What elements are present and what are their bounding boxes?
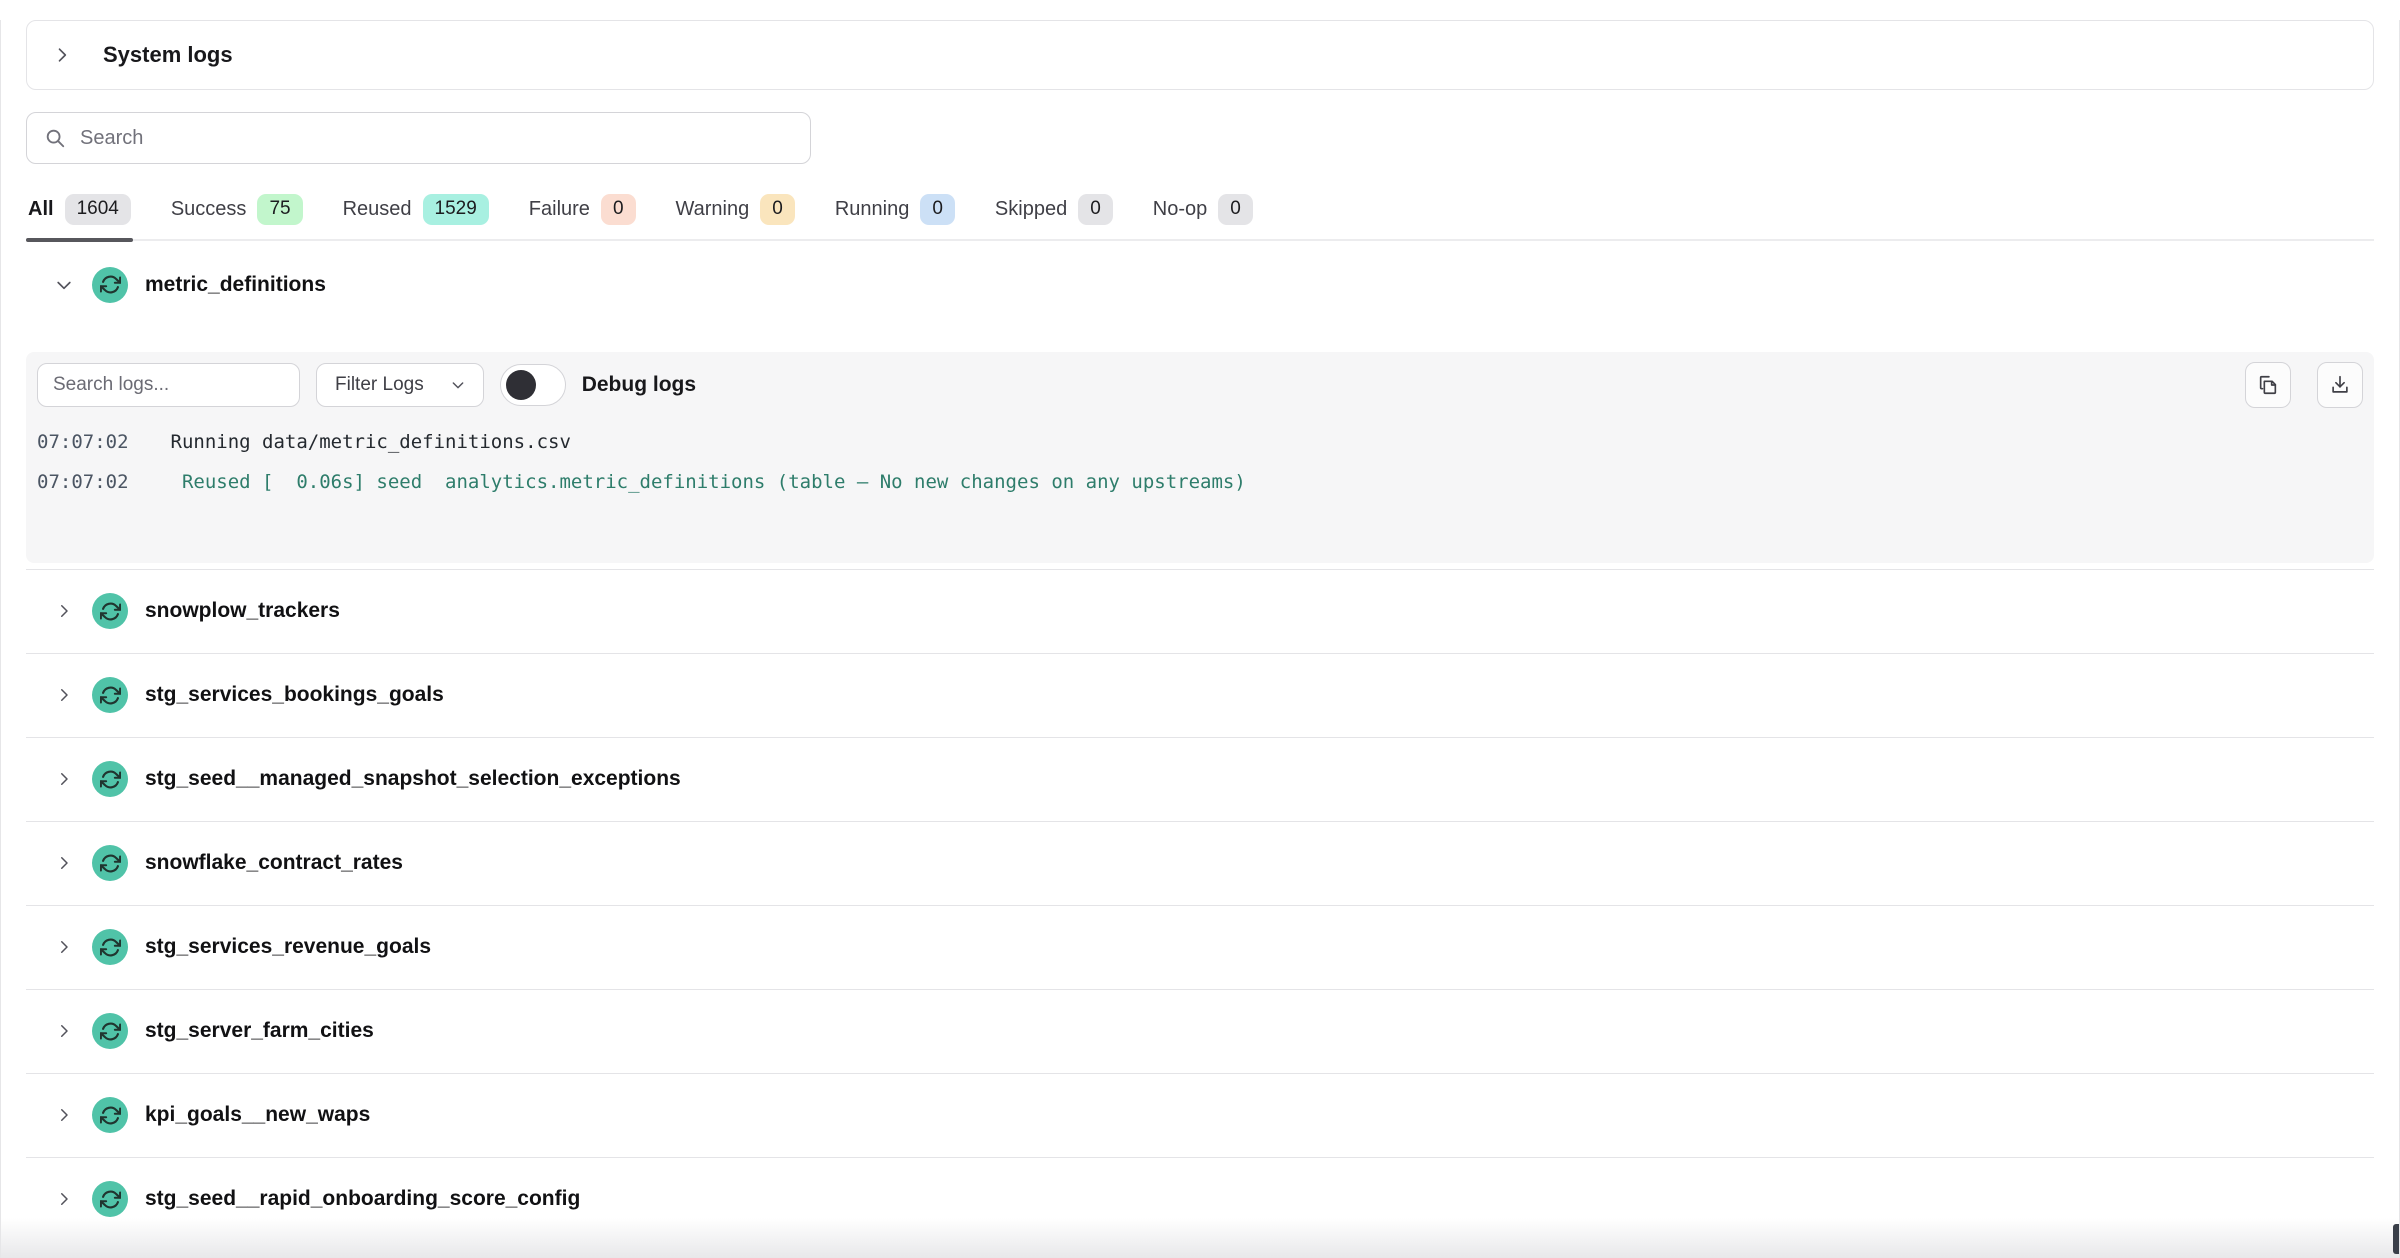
download-logs-button[interactable] [2317,362,2363,408]
reused-status-icon [92,845,128,881]
search-input[interactable] [80,127,793,150]
tab-all[interactable]: All 1604 [26,194,133,239]
item-label: stg_seed__managed_snapshot_selection_exc… [145,767,681,791]
reused-status-icon [92,1181,128,1217]
copy-logs-button[interactable] [2245,362,2291,408]
list-item-snowflake-contract-rates[interactable]: snowflake_contract_rates [26,821,2374,905]
reused-status-icon [92,593,128,629]
reused-status-icon [92,929,128,965]
count-badge: 75 [257,194,302,225]
list-item-stg-seed-rapid-onboarding-score-config[interactable]: stg_seed__rapid_onboarding_score_config [26,1157,2374,1241]
item-label: kpi_goals__new_waps [145,1103,370,1127]
chevron-right-icon[interactable] [53,602,75,620]
log-output: 07:07:02 Running data/metric_definitions… [37,422,2363,502]
list-item-stg-server-farm-cities[interactable]: stg_server_farm_cities [26,989,2374,1073]
chevron-right-icon[interactable] [53,938,75,956]
list-item-stg-services-revenue-goals[interactable]: stg_services_revenue_goals [26,905,2374,989]
chevron-right-icon[interactable] [53,1190,75,1208]
log-timestamp: 07:07:02 [37,462,129,502]
debug-logs-label: Debug logs [582,373,696,397]
debug-logs-toggle[interactable] [500,364,566,406]
chevron-right-icon[interactable] [53,854,75,872]
scrollbar-thumb[interactable] [2393,1224,2399,1254]
count-badge: 0 [1218,194,1253,225]
list-item-metric-definitions-expanded[interactable]: metric_definitions [26,253,2374,317]
tab-warning[interactable]: Warning 0 [674,194,797,239]
reused-status-icon [92,761,128,797]
toggle-knob [506,370,536,400]
count-badge: 0 [920,194,955,225]
search-icon [44,127,66,149]
log-line: 07:07:02 Reused [ 0.06s] seed analytics.… [37,462,2363,502]
tab-failure[interactable]: Failure 0 [527,194,638,239]
main-content: System logs All 1604 Success 75 Reused 1… [1,20,2399,1241]
tab-skipped[interactable]: Skipped 0 [993,194,1115,239]
count-badge: 0 [760,194,795,225]
chevron-right-icon[interactable] [53,770,75,788]
status-tabs: All 1604 Success 75 Reused 1529 Failure … [26,194,2374,241]
tab-success[interactable]: Success 75 [169,194,305,239]
tab-running[interactable]: Running 0 [833,194,957,239]
reused-status-icon [92,677,128,713]
item-label: snowflake_contract_rates [145,851,403,875]
chevron-down-icon[interactable] [53,275,75,295]
reused-status-icon [92,1013,128,1049]
reused-status-icon [92,1097,128,1133]
reused-status-icon [92,267,128,303]
log-timestamp: 07:07:02 [37,422,129,462]
logs-panel: Filter Logs Debug logs 07:07:02 Running … [26,352,2374,563]
logs-toolbar: Filter Logs Debug logs [37,362,2363,408]
chevron-right-icon[interactable] [51,45,73,65]
tab-reused[interactable]: Reused 1529 [341,194,491,239]
item-label: snowplow_trackers [145,599,340,623]
item-label: stg_server_farm_cities [145,1019,374,1043]
chevron-right-icon[interactable] [53,686,75,704]
chevron-right-icon[interactable] [53,1022,75,1040]
count-badge: 0 [601,194,636,225]
list-item-stg-services-bookings-goals[interactable]: stg_services_bookings_goals [26,653,2374,737]
search-bar[interactable] [26,112,811,164]
count-badge: 1604 [65,194,131,225]
list-item-snowplow-trackers[interactable]: snowplow_trackers [26,569,2374,653]
count-badge: 1529 [423,194,489,225]
item-label: stg_services_bookings_goals [145,683,444,707]
item-label: metric_definitions [145,273,326,297]
log-search-input[interactable] [53,374,284,396]
filter-logs-dropdown[interactable]: Filter Logs [316,363,484,407]
tab-no-op[interactable]: No-op 0 [1151,194,1255,239]
log-message: Reused [ 0.06s] seed analytics.metric_de… [171,462,1246,502]
item-label: stg_services_revenue_goals [145,935,431,959]
count-badge: 0 [1078,194,1113,225]
page-title: System logs [103,42,233,68]
log-search-box[interactable] [37,363,300,407]
system-logs-header[interactable]: System logs [26,20,2374,90]
log-line: 07:07:02 Running data/metric_definitions… [37,422,2363,462]
chevron-down-icon [450,377,466,393]
log-item-list: snowplow_trackers stg_services_bookings_… [26,569,2374,1241]
download-icon [2329,374,2351,396]
item-label: stg_seed__rapid_onboarding_score_config [145,1187,580,1211]
copy-icon [2257,374,2279,396]
log-message: Running data/metric_definitions.csv [171,422,571,462]
list-item-kpi-goals-new-waps[interactable]: kpi_goals__new_waps [26,1073,2374,1157]
chevron-right-icon[interactable] [53,1106,75,1124]
list-item-stg-seed-managed-snapshot-selection-exceptions[interactable]: stg_seed__managed_snapshot_selection_exc… [26,737,2374,821]
